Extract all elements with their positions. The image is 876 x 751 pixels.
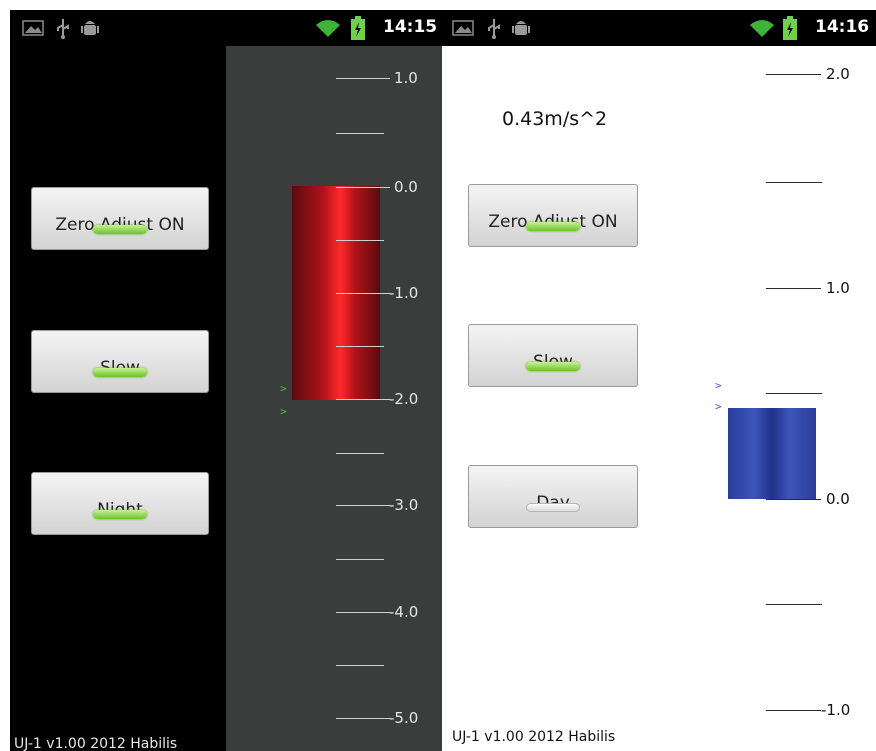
speed-button[interactable]: Slow (468, 324, 638, 387)
scale-tick (336, 665, 384, 666)
theme-button[interactable]: Day (468, 465, 638, 528)
scale-tick (336, 293, 390, 294)
scale-tick (336, 187, 390, 188)
scale-label: -2.0 (389, 390, 419, 408)
status-bar: 14:16 (442, 10, 876, 46)
peak-marker: > (715, 400, 722, 413)
scale-tick (336, 240, 384, 241)
peak-marker: > (280, 405, 287, 418)
scale-tick (766, 288, 821, 289)
wifi-icon (750, 20, 774, 37)
scale-label: 2.0 (826, 65, 850, 83)
scale-label: 0.0 (826, 490, 850, 508)
theme-button[interactable]: Night (31, 472, 209, 535)
scale-tick (766, 499, 821, 500)
scale-tick (766, 604, 822, 605)
scale-tick (336, 612, 390, 613)
status-time: 14:15 (383, 17, 438, 37)
acceleration-readout: 0.43m/s^2 (502, 108, 608, 130)
scale-label: -4.0 (389, 603, 419, 621)
speed-indicator (93, 368, 147, 377)
scale-tick (766, 182, 822, 183)
scale-label: -1.0 (821, 701, 851, 719)
usb-icon (57, 19, 69, 39)
android-debug-icon (512, 21, 530, 35)
status-time: 14:16 (815, 17, 870, 37)
battery-charging-icon (351, 16, 365, 40)
zero-adjust-indicator (526, 222, 580, 231)
scale-tick (336, 133, 384, 134)
speed-indicator (526, 362, 580, 371)
scale-tick (336, 78, 390, 79)
scale-tick (766, 393, 822, 394)
scale-tick (336, 505, 390, 506)
scale-tick (766, 710, 821, 711)
theme-indicator (93, 510, 147, 519)
scale-label: -3.0 (389, 496, 419, 514)
scale-tick (336, 399, 390, 400)
image-notification-icon (452, 20, 474, 36)
zero-adjust-button[interactable]: Zero Adjust ON (31, 187, 209, 250)
phone-screen-day: 14:16 0.43m/s^2 Zero Adjust ON Slow Day … (442, 10, 876, 751)
scale-label: -1.0 (389, 284, 419, 302)
scale-label: 0.0 (394, 178, 418, 196)
android-debug-icon (81, 21, 99, 35)
scale-tick (766, 74, 821, 75)
peak-marker: > (280, 382, 287, 395)
battery-charging-icon (783, 16, 797, 40)
scale-tick (336, 559, 384, 560)
scale-tick (336, 453, 384, 454)
status-bar: 14:15 (10, 10, 442, 46)
theme-indicator (526, 503, 580, 512)
scale-label: 1.0 (826, 279, 850, 297)
scale-label: 1.0 (394, 69, 418, 87)
version-footer: UJ-1 v1.00 2012 Habilis (14, 736, 178, 751)
scale-label: -5.0 (389, 709, 419, 727)
version-footer: UJ-1 v1.00 2012 Habilis (452, 729, 616, 745)
phone-screen-night: 14:15 Zero Adjust ON Slow Night 1.0 0.0 … (10, 10, 442, 751)
image-notification-icon (22, 20, 44, 36)
speed-button[interactable]: Slow (31, 330, 209, 393)
usb-icon (488, 19, 500, 39)
zero-adjust-indicator (93, 225, 147, 234)
scale-tick (336, 718, 390, 719)
gauge-bar (728, 408, 816, 499)
scale-tick (336, 346, 384, 347)
wifi-icon (316, 20, 340, 37)
peak-marker: > (715, 379, 722, 392)
zero-adjust-button[interactable]: Zero Adjust ON (468, 184, 638, 247)
